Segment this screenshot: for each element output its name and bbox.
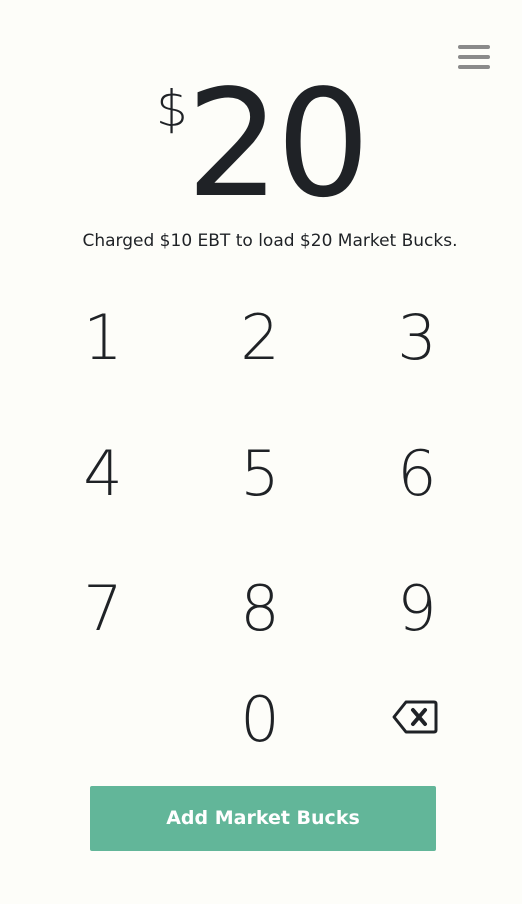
- backspace-button[interactable]: [383, 693, 443, 741]
- amount-value: 20: [186, 58, 370, 230]
- menu-icon-bar: [458, 45, 490, 49]
- currency-symbol: $: [156, 80, 188, 138]
- keypad-key-8[interactable]: 8: [195, 559, 325, 659]
- menu-icon-bar: [458, 55, 490, 59]
- keypad-key-2[interactable]: 2: [195, 288, 325, 388]
- keypad-key-0[interactable]: 0: [195, 670, 325, 770]
- keypad-key-7[interactable]: 7: [38, 559, 168, 659]
- backspace-icon: [392, 700, 438, 734]
- menu-icon-bar: [458, 65, 490, 69]
- keypad-key-9[interactable]: 9: [352, 559, 482, 659]
- keypad-key-4[interactable]: 4: [38, 424, 168, 524]
- keypad-key-6[interactable]: 6: [352, 424, 482, 524]
- keypad-key-1[interactable]: 1: [38, 288, 168, 388]
- add-market-bucks-button[interactable]: Add Market Bucks: [90, 786, 436, 851]
- keypad-key-3[interactable]: 3: [352, 288, 482, 388]
- keypad-key-5[interactable]: 5: [195, 424, 325, 524]
- amount-display: $ 20: [0, 70, 522, 220]
- charge-summary: Charged $10 EBT to load $20 Market Bucks…: [82, 231, 458, 251]
